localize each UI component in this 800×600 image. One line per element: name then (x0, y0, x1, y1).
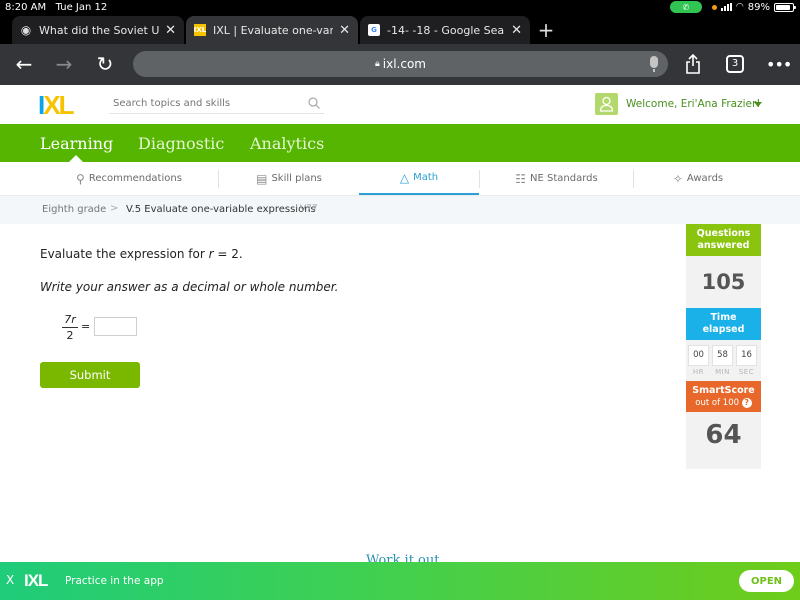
globe-icon: ◉ (20, 23, 32, 37)
close-tab-icon[interactable]: ✕ (165, 23, 176, 38)
new-tab-button[interactable]: + (536, 18, 556, 42)
browser-tab[interactable]: G -14- -18 - Google Search ✕ (360, 16, 530, 44)
pyramid-icon: △ (399, 170, 410, 185)
questions-answered-header: Questions answered (686, 224, 761, 256)
ixl-icon: IXL (193, 24, 207, 36)
user-avatar[interactable] (595, 93, 618, 115)
address-bar[interactable]: 🔒︎ ixl.com (133, 51, 668, 77)
subnav-skill-plans[interactable]: ▤ Skill plans (219, 162, 359, 195)
question-prompt: Evaluate the expression for r = 2. (40, 247, 243, 261)
microphone-icon[interactable] (650, 56, 658, 72)
close-tab-icon[interactable]: ✕ (511, 23, 522, 38)
mic-indicator-icon (711, 4, 717, 10)
welcome-user-menu[interactable]: Welcome, Eri'Ana Frazier! (626, 98, 761, 110)
submit-button[interactable]: Submit (40, 362, 140, 388)
subnav-recommendations[interactable]: ⚲ Recommendations (40, 162, 218, 195)
more-menu-button[interactable]: ••• (766, 55, 792, 74)
user-icon (599, 96, 614, 112)
time-elapsed-header: Time elapsed (686, 308, 761, 340)
ios-status-bar: 8:20 AM Tue Jan 12 ✆ ◠ 89% (0, 0, 800, 16)
smartscore-header: SmartScore out of 100 ? (686, 381, 761, 412)
main-nav: Learning Diagnostic Analytics (0, 124, 800, 162)
battery-percent: 89% (747, 1, 770, 13)
awards-icon: ✧ (672, 171, 683, 186)
breadcrumb-grade[interactable]: Eighth grade (42, 204, 106, 215)
active-nav-indicator (69, 155, 83, 162)
browser-tab-bar: ◉ What did the Soviet Union ✕ IXL IXL | … (0, 16, 800, 44)
status-time: 8:20 AM Tue Jan 12 (5, 2, 108, 13)
browser-toolbar: ← → ↻ 🔒︎ ixl.com 3 ••• (0, 44, 800, 85)
skill-code: V77 (300, 204, 318, 214)
subnav-math[interactable]: △ Math (359, 162, 479, 195)
breadcrumb: Eighth grade > V.5 Evaluate one-variable… (0, 196, 800, 224)
nav-analytics[interactable]: Analytics (250, 134, 324, 153)
nav-learning[interactable]: Learning (40, 134, 113, 153)
stats-panel: Questions answered 105 Time elapsed 00 HR… (686, 224, 761, 469)
wifi-icon: ◠ (735, 2, 744, 12)
skill-plans-icon: ▤ (256, 171, 268, 186)
subnav-ne-standards[interactable]: ☷ NE Standards (480, 162, 633, 195)
breadcrumb-skill: V.5 Evaluate one-variable expressions (126, 204, 316, 215)
sub-nav: ⚲ Recommendations ▤ Skill plans △ Math ☷… (0, 162, 800, 196)
tab-count-button[interactable]: 3 (726, 55, 744, 73)
time-elapsed-timer: 00 HR 58 MIN 16 SEC (686, 345, 761, 376)
search-input[interactable] (109, 94, 324, 114)
help-icon[interactable]: ? (741, 398, 752, 408)
reload-button[interactable]: ↻ (93, 52, 117, 76)
battery-icon (774, 2, 796, 12)
timer-minutes: 58 (712, 345, 733, 366)
smartscore-value: 64 (705, 420, 742, 450)
cellular-signal-icon (720, 3, 732, 11)
chevron-down-icon[interactable] (754, 102, 762, 107)
share-icon[interactable] (685, 54, 701, 74)
answer-input[interactable] (94, 317, 137, 336)
ixl-logo[interactable]: I XL (38, 92, 74, 118)
forward-button[interactable]: → (52, 52, 76, 76)
search-icon[interactable] (308, 97, 320, 109)
phone-icon[interactable]: ✆ (669, 1, 702, 13)
close-banner-icon[interactable]: X (6, 573, 14, 587)
recommendations-icon: ⚲ (76, 171, 85, 186)
ixl-banner-logo: IXL (24, 571, 48, 590)
back-button[interactable]: ← (12, 52, 36, 76)
banner-text: Practice in the app (65, 575, 164, 587)
subnav-awards[interactable]: ✧ Awards (634, 162, 762, 195)
url-text: ixl.com (382, 57, 426, 71)
timer-seconds: 16 (736, 345, 757, 366)
question-instruction: Write your answer as a decimal or whole … (40, 280, 339, 294)
fraction-numerator: 7r (62, 313, 78, 328)
fraction-expression: 7r 2 (62, 313, 78, 342)
timer-hours: 00 (688, 345, 709, 366)
google-icon: G (368, 24, 380, 36)
app-banner: X IXL Practice in the app OPEN (0, 562, 800, 600)
browser-tab-active[interactable]: IXL IXL | Evaluate one-variable ✕ (186, 16, 358, 44)
fraction-denominator: 2 (66, 329, 74, 342)
nav-diagnostic[interactable]: Diagnostic (138, 134, 224, 153)
open-app-button[interactable]: OPEN (739, 570, 794, 592)
questions-answered-value: 105 (701, 270, 746, 294)
chevron-right-icon: > (110, 203, 119, 214)
lock-icon: 🔒︎ (374, 59, 380, 69)
equals-sign: = (81, 320, 91, 333)
clipboard-icon: ☷ (515, 171, 527, 186)
browser-tab[interactable]: ◉ What did the Soviet Union ✕ (12, 16, 184, 44)
close-tab-icon[interactable]: ✕ (339, 23, 350, 38)
